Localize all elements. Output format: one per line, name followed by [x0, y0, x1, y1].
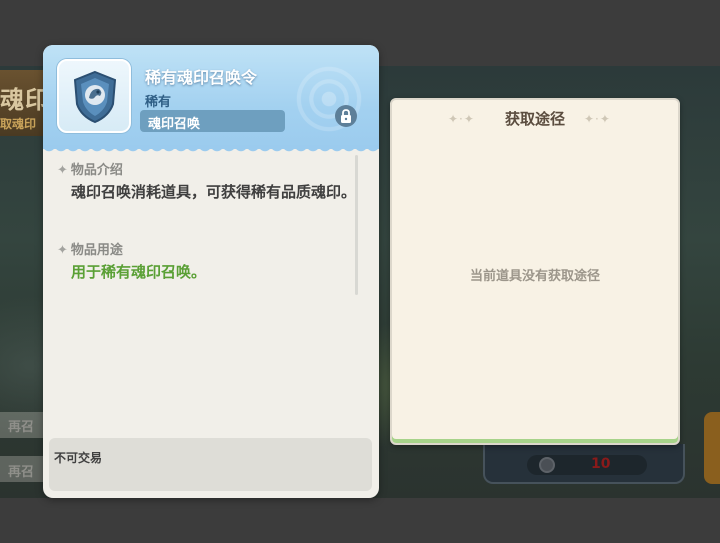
item-rarity: 稀有	[145, 95, 172, 110]
trade-status-box: 不可交易	[49, 438, 372, 491]
sparkle-icon: ✦	[57, 243, 68, 258]
item-icon-frame	[57, 59, 131, 133]
intro-section-title: ✦ 物品介绍	[57, 159, 123, 178]
item-category-tag: 魂印召唤	[140, 110, 285, 132]
background-side-button	[704, 412, 720, 484]
item-detail-card: 稀有魂印召唤令 稀有 魂印召唤 ✦ 物品介绍 魂印召唤消耗道具，可获得稀有品质魂印…	[43, 45, 379, 498]
use-section-title: ✦ 物品用途	[57, 239, 123, 258]
sparkle-right-icon: ✦·✦	[584, 112, 611, 126]
acquisition-panel: ✦·✦ 获取途径 ✦·✦ 当前道具没有获取途径	[390, 98, 680, 445]
intro-title-text: 物品介绍	[70, 163, 123, 178]
acquisition-title: 获取途径	[504, 110, 565, 128]
trade-status-text: 不可交易	[54, 451, 103, 465]
item-description: 魂印召唤消耗道具，可获得稀有品质魂印。	[71, 183, 357, 201]
background-cost-panel: 10	[483, 444, 685, 484]
header-wave-edge	[43, 145, 379, 153]
content-scrollbar[interactable]	[355, 155, 358, 295]
background-recall-label: 再召	[8, 420, 35, 435]
background-cost-pill: 10	[527, 455, 647, 475]
soul-seal-token-icon	[73, 70, 117, 124]
item-name: 稀有魂印召唤令	[145, 68, 258, 87]
item-usage: 用于稀有魂印召唤。	[71, 263, 207, 281]
use-title-text: 物品用途	[70, 243, 123, 258]
coin-icon	[539, 457, 555, 473]
lock-icon[interactable]	[335, 105, 357, 127]
background-cost-value: 10	[591, 456, 611, 472]
acquisition-empty-message: 当前道具没有获取途径	[469, 269, 600, 284]
background-subtitle: 取魂印	[0, 117, 37, 131]
sparkle-icon: ✦	[57, 163, 68, 178]
swirl-decoration-icon	[279, 51, 379, 147]
background-recall-label: 再召	[8, 465, 35, 480]
